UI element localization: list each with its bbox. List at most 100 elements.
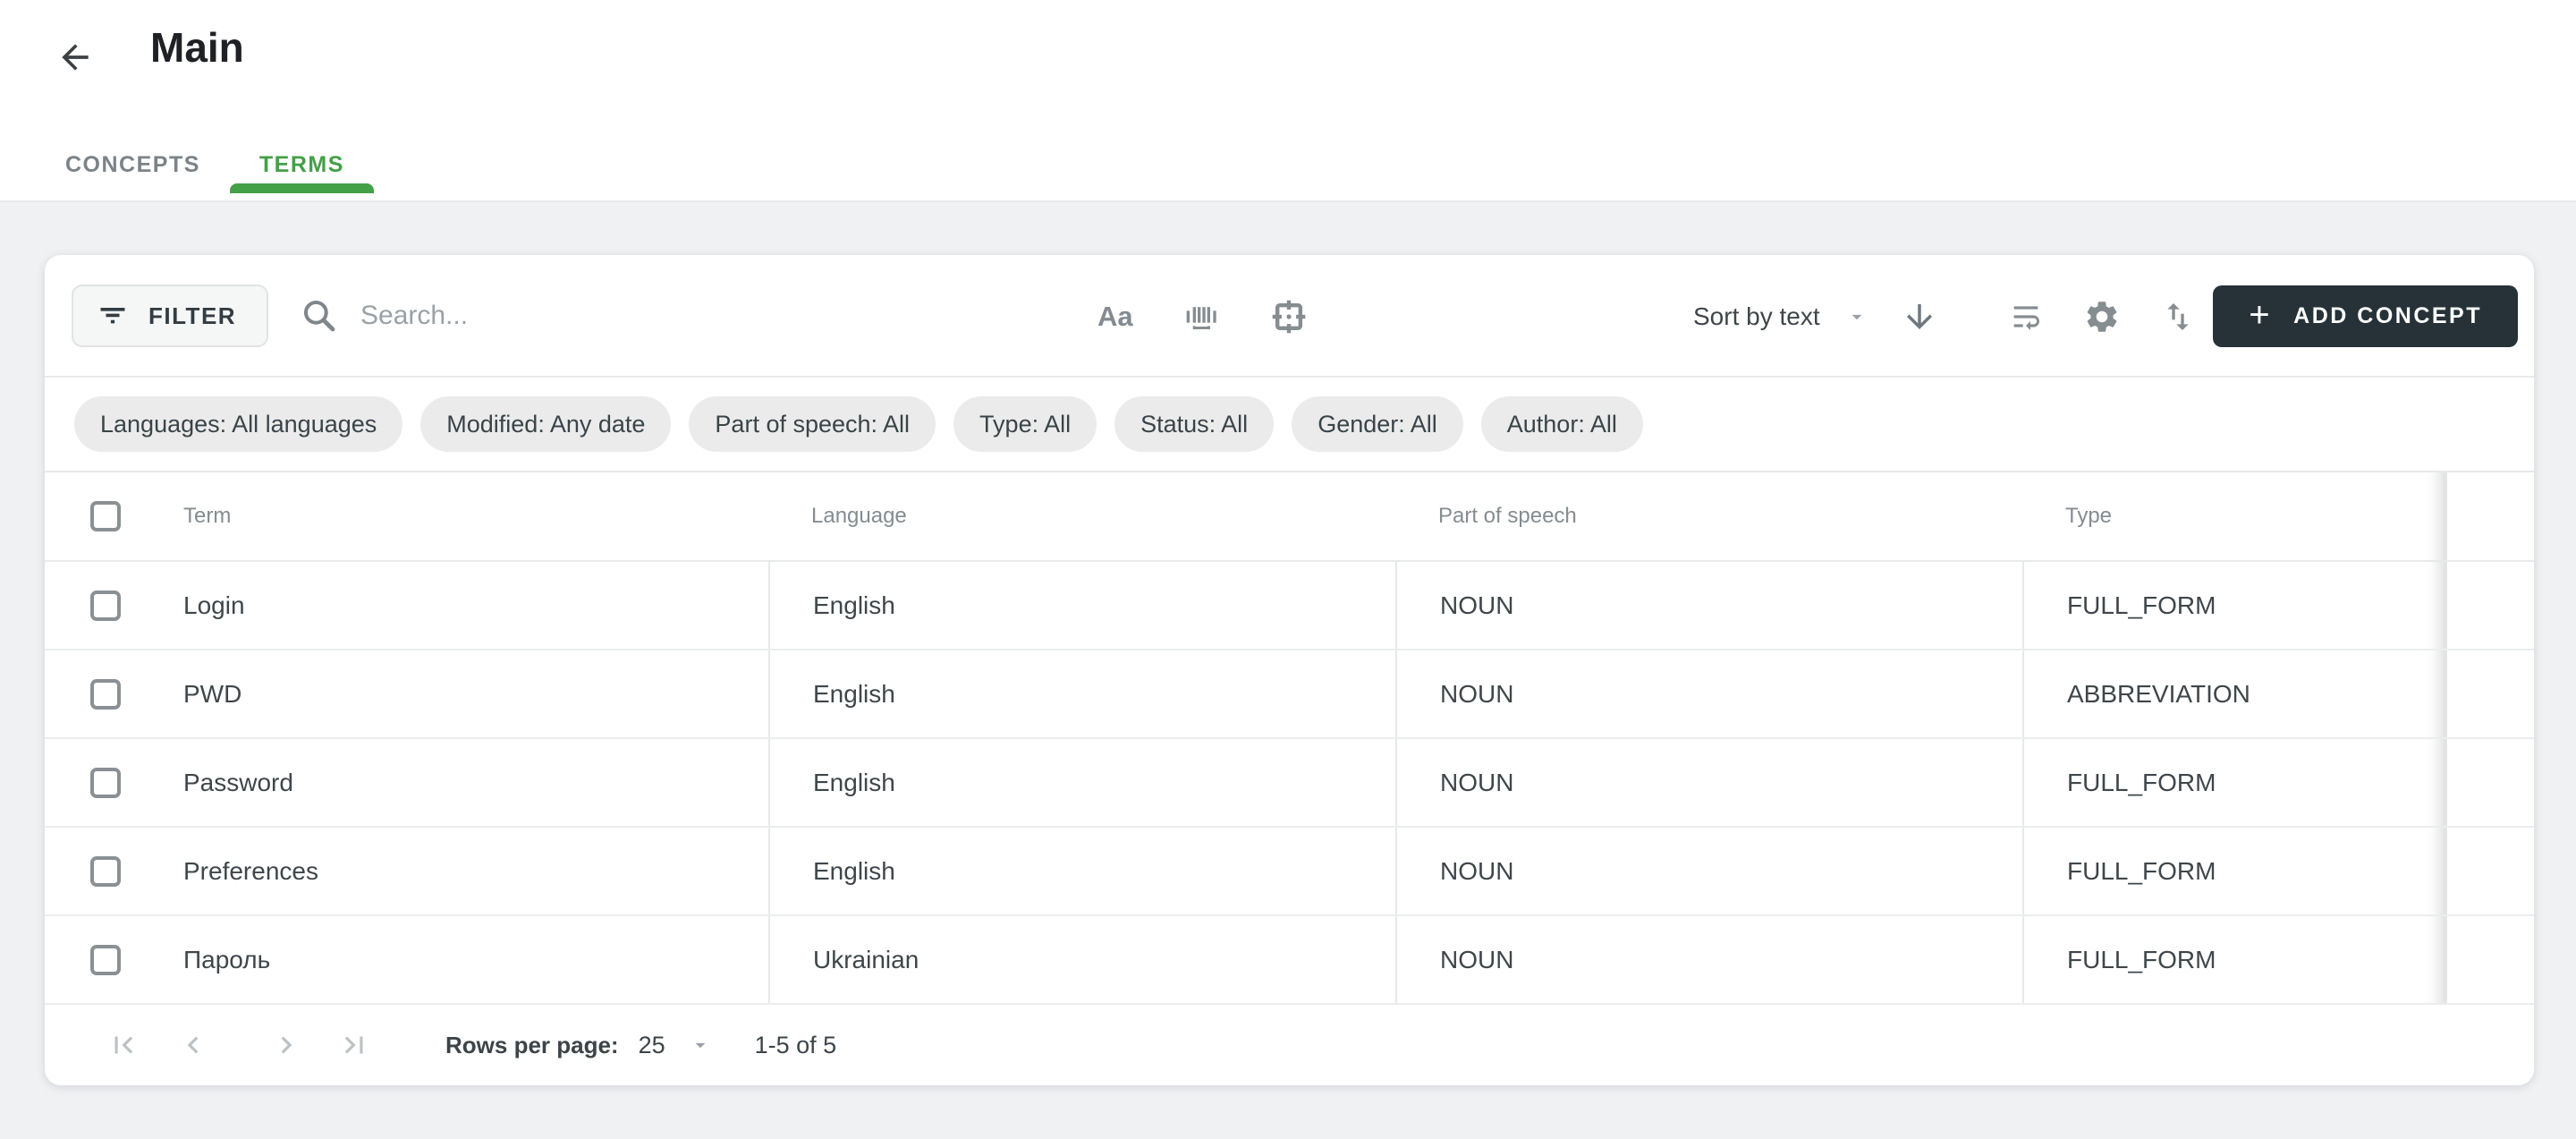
term-value: PWD	[183, 680, 242, 709]
type-cell: ABBREVIATION	[2022, 650, 2445, 737]
first-page-icon	[106, 1028, 140, 1062]
chip-author[interactable]: Author: All	[1481, 396, 1643, 452]
pinned-cell	[2445, 739, 2534, 826]
import-export-button[interactable]	[2160, 299, 2196, 335]
rows-per-page-label: Rows per page:	[445, 1032, 619, 1059]
settings-button[interactable]	[2083, 298, 2121, 336]
first-page-button[interactable]	[102, 1024, 145, 1067]
table-row[interactable]: Password English NOUN FULL_FORM	[45, 739, 2534, 828]
chevron-left-icon	[176, 1028, 210, 1062]
gear-icon	[2083, 298, 2121, 336]
term-cell: Preferences	[45, 828, 768, 914]
term-cell: Пароль	[45, 916, 768, 1003]
chip-modified[interactable]: Modified: Any date	[420, 396, 671, 452]
match-case-toggle[interactable]: Aa	[1097, 301, 1133, 333]
row-checkbox[interactable]	[90, 591, 121, 621]
table-row[interactable]: Login English NOUN FULL_FORM	[45, 562, 2534, 650]
terms-panel: FILTER Aa	[45, 255, 2534, 1085]
table-row[interactable]: Пароль Ukrainian NOUN FULL_FORM	[45, 916, 2534, 1005]
select-all-checkbox[interactable]	[90, 501, 121, 531]
barcode-icon	[1183, 299, 1219, 335]
header-term-label: Term	[183, 504, 231, 529]
type-cell: FULL_FORM	[2022, 916, 2445, 1003]
back-button[interactable]	[52, 34, 98, 81]
sort-by-select[interactable]: Sort by text	[1693, 302, 1820, 331]
type-cell: FULL_FORM	[2022, 739, 2445, 826]
match-case-icon: Aa	[1097, 301, 1133, 333]
language-cell: English	[768, 562, 1395, 649]
filter-chips-row: Languages: All languages Modified: Any d…	[45, 378, 2534, 472]
chip-part-of-speech[interactable]: Part of speech: All	[689, 396, 936, 452]
arrow-back-icon	[55, 38, 95, 77]
language-cell: English	[768, 650, 1395, 737]
sort-direction-button[interactable]	[1901, 298, 1938, 336]
term-value: Пароль	[183, 946, 270, 974]
search-icon	[300, 296, 339, 336]
table-header-row: Term Language Part of speech Type	[45, 472, 2534, 562]
language-cell: English	[768, 739, 1395, 826]
part-of-speech-cell: NOUN	[1395, 916, 2022, 1003]
stemming-toggle[interactable]	[1183, 299, 1219, 335]
previous-page-button[interactable]	[172, 1024, 215, 1067]
import-export-icon	[2160, 299, 2196, 335]
pinned-cell	[2445, 828, 2534, 914]
plus-icon: +	[2249, 297, 2272, 333]
pagination-range: 1-5 of 5	[755, 1032, 837, 1059]
term-cell: PWD	[45, 650, 768, 737]
toolbar: FILTER Aa	[45, 255, 2534, 378]
header-type-label: Type	[2022, 472, 2445, 560]
pagination-bar: Rows per page: 25 1-5 of 5	[45, 1005, 2534, 1085]
chip-type[interactable]: Type: All	[953, 396, 1097, 452]
part-of-speech-cell: NOUN	[1395, 562, 2022, 649]
term-cell: Password	[45, 739, 768, 826]
chip-gender[interactable]: Gender: All	[1292, 396, 1463, 452]
search-input[interactable]	[360, 301, 987, 331]
chevron-right-icon	[269, 1028, 303, 1062]
header-part-of-speech-label: Part of speech	[1395, 472, 2022, 560]
view-action-icons	[2008, 255, 2196, 378]
last-page-icon	[337, 1028, 371, 1062]
language-cell: Ukrainian	[768, 916, 1395, 1003]
page-title: Main	[150, 23, 244, 72]
next-page-button[interactable]	[265, 1024, 308, 1067]
row-checkbox[interactable]	[90, 768, 121, 798]
filter-button[interactable]: FILTER	[72, 285, 268, 347]
filter-button-label: FILTER	[148, 302, 236, 330]
term-value: Preferences	[183, 857, 318, 886]
term-value: Login	[183, 591, 245, 620]
add-concept-button[interactable]: + ADD CONCEPT	[2213, 285, 2518, 347]
exact-match-toggle[interactable]	[1269, 297, 1309, 336]
row-checkbox[interactable]	[90, 945, 121, 975]
sort-caret-icon[interactable]	[1845, 305, 1868, 328]
tab-concepts[interactable]: CONCEPTS	[36, 129, 230, 200]
pinned-cell	[2445, 650, 2534, 737]
row-checkbox[interactable]	[90, 679, 121, 710]
table-row[interactable]: Preferences English NOUN FULL_FORM	[45, 828, 2534, 916]
tab-bar: CONCEPTS TERMS	[36, 129, 374, 200]
chip-status[interactable]: Status: All	[1114, 396, 1274, 452]
rows-per-page-select[interactable]: 25	[639, 1032, 665, 1059]
sort-controls: Sort by text	[1693, 255, 1938, 378]
row-checkbox[interactable]	[90, 856, 121, 887]
header-pinned-cell	[2445, 472, 2534, 560]
table-row[interactable]: PWD English NOUN ABBREVIATION	[45, 650, 2534, 739]
language-cell: English	[768, 828, 1395, 914]
header-language-label: Language	[768, 472, 1395, 560]
pinned-cell	[2445, 916, 2534, 1003]
header-term-cell: Term	[45, 472, 768, 560]
frame-crosshair-icon	[1269, 297, 1309, 336]
type-cell: FULL_FORM	[2022, 562, 2445, 649]
search-box	[300, 285, 987, 347]
pinned-cell	[2445, 562, 2534, 649]
part-of-speech-cell: NOUN	[1395, 828, 2022, 914]
wrap-text-button[interactable]	[2008, 299, 2044, 335]
part-of-speech-cell: NOUN	[1395, 739, 2022, 826]
last-page-button[interactable]	[333, 1024, 376, 1067]
chip-languages[interactable]: Languages: All languages	[74, 396, 402, 452]
type-cell: FULL_FORM	[2022, 828, 2445, 914]
term-value: Password	[183, 769, 293, 797]
rows-per-page-caret-icon[interactable]	[689, 1033, 712, 1057]
filter-list-icon	[97, 300, 129, 332]
tab-terms[interactable]: TERMS	[230, 129, 374, 200]
search-option-toggles: Aa	[1097, 255, 1309, 378]
